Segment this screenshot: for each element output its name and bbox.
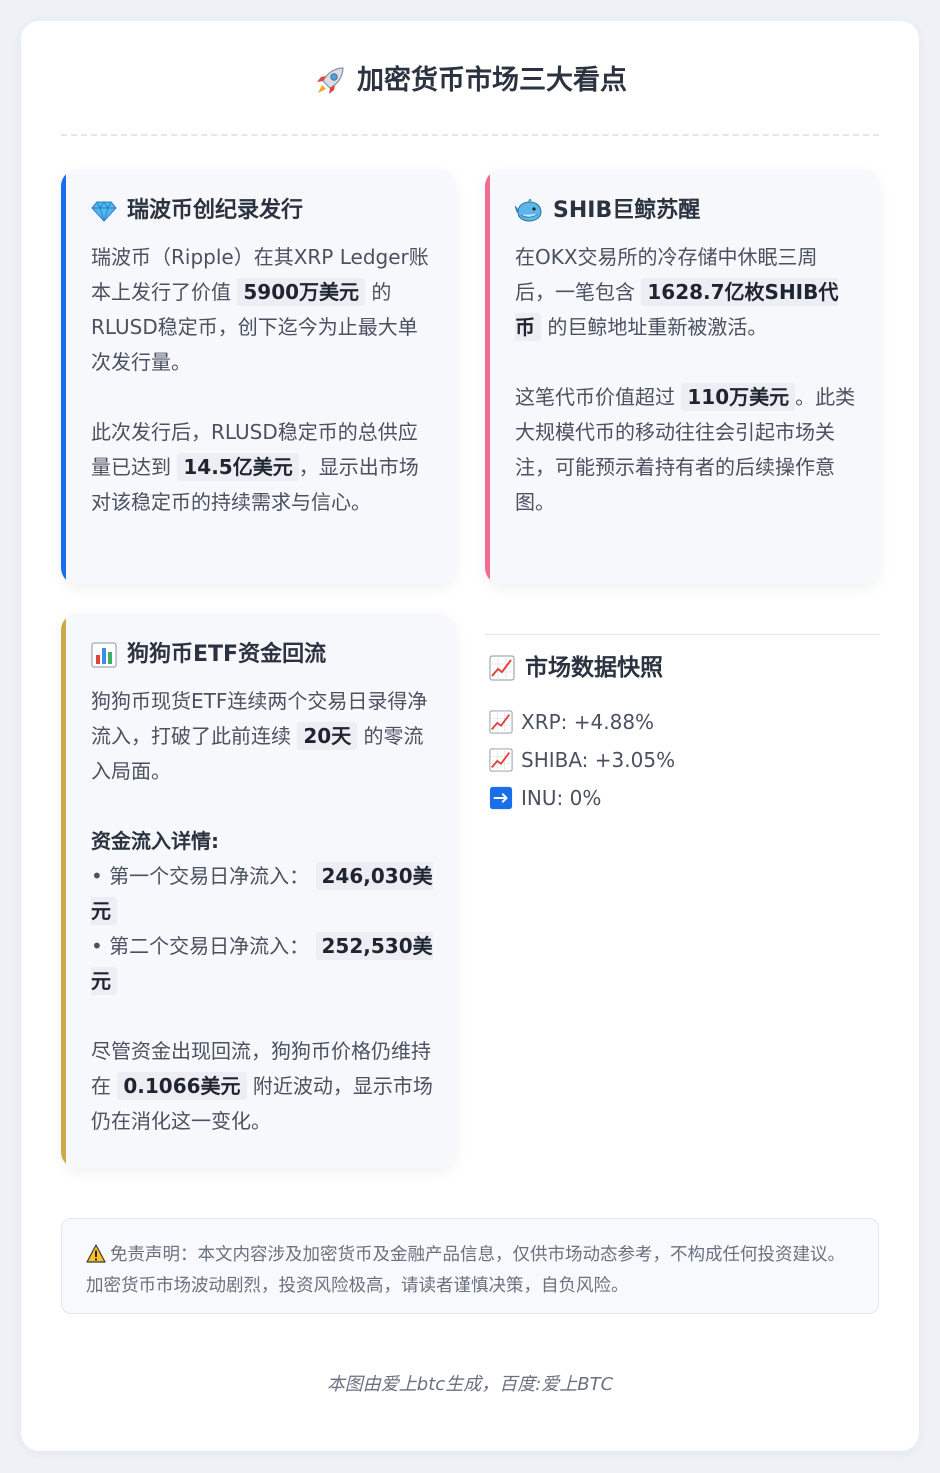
rocket-icon	[313, 64, 347, 98]
card-paragraph: 这笔代币价值超过 110万美元 。此类大规模代币的移动往往会引起市场关注，可能预示…	[515, 383, 856, 514]
card-title: SHIB巨鲸苏醒	[515, 194, 857, 228]
highlight-value: 110万美元	[681, 383, 796, 411]
gem-icon	[91, 198, 117, 224]
snapshot-item-shiba: SHIBA: +3.05%	[489, 741, 675, 779]
inflow-details-title: 资金流入详情:	[91, 829, 219, 853]
card-paragraph: 瑞波币（Ripple）在其XRP Ledger账本上发行了价值 5900万美元 …	[91, 245, 429, 374]
snapshot-title: 市场数据快照	[489, 651, 663, 685]
inflow-details: 资金流入详情: • 第一个交易日净流入： 246,030美元 • 第二个交易日净流入…	[91, 824, 433, 999]
card-title: 瑞波币创纪录发行	[91, 194, 433, 228]
chart-increasing-icon	[489, 655, 515, 681]
highlight-value: 14.5亿美元	[177, 453, 299, 481]
footer-credit: 本图由爱上btc生成，百度:爱上BTC	[326, 1374, 614, 1395]
highlight-value: 20天	[297, 722, 358, 750]
page-title-text: 加密货币市场三大看点	[357, 65, 627, 96]
disclaimer-box: 免责声明：本文内容涉及加密货币及金融产品信息，仅供市场动态参考，不构成任何投资建…	[61, 1218, 879, 1314]
card-paragraph: 在OKX交易所的冷存储中休眠三周后，一笔包含 1628.7亿枚SHIB代币 的巨…	[515, 245, 839, 341]
disclaimer-text: 免责声明：本文内容涉及加密货币及金融产品信息，仅供市场动态参考，不构成任何投资建…	[86, 1245, 845, 1296]
disclaimer-text-block: 免责声明：本文内容涉及加密货币及金融产品信息，仅供市场动态参考，不构成任何投资建…	[86, 1241, 858, 1300]
doge-card: 狗狗币ETF资金回流 狗狗币现货ETF连续两个交易日录得净流入，打破了此前连续 …	[61, 614, 455, 1168]
card-accent-bar	[61, 614, 66, 1168]
page-container: 加密货币市场三大看点 瑞波币创纪录发行 瑞波币（Ripple）在其XRP Led…	[21, 21, 919, 1451]
snapshot-item-xrp: XRP: +4.88%	[489, 703, 675, 741]
shib-card: SHIB巨鲸苏醒 在OKX交易所的冷存储中休眠三周后，一笔包含 1628.7亿枚…	[485, 170, 879, 584]
page-header: 加密货币市场三大看点	[61, 61, 879, 136]
chart-increasing-icon	[489, 710, 513, 734]
bar-chart-icon	[91, 642, 117, 668]
card-accent-bar	[61, 170, 66, 584]
card-paragraph: 尽管资金出现回流，狗狗币价格仍维持在 0.1066美元 附近波动，显示市场仍在消…	[91, 1039, 433, 1133]
chart-increasing-icon	[489, 748, 513, 772]
inflow-day2-label: • 第二个交易日净流入：	[91, 934, 310, 958]
snapshot-item-inu: INU: 0%	[489, 779, 675, 817]
whale-icon	[515, 198, 543, 224]
card-paragraph: 狗狗币现货ETF连续两个交易日录得净流入，打破了此前连续 20天 的零流入局面。	[91, 689, 428, 783]
right-arrow-icon	[489, 786, 513, 810]
highlight-value: 5900万美元	[237, 278, 366, 306]
warning-icon	[86, 1244, 106, 1272]
ripple-card: 瑞波币创纪录发行 瑞波币（Ripple）在其XRP Ledger账本上发行了价值…	[61, 170, 455, 584]
snapshot-list: XRP: +4.88% SHIBA: +3.05% INU: 0%	[489, 703, 675, 817]
highlight-value: 0.1066美元	[117, 1072, 247, 1100]
card-paragraph: 此次发行后，RLUSD稳定币的总供应量已达到 14.5亿美元 ，显示出市场对该稳定…	[91, 420, 419, 514]
page-title: 加密货币市场三大看点	[313, 61, 627, 101]
inflow-day1-label: • 第一个交易日净流入：	[91, 864, 310, 888]
card-accent-bar	[485, 170, 490, 584]
market-snapshot: 市场数据快照 XRP: +4.88% SHIBA: +3.05% INU: 0%	[485, 634, 879, 834]
card-title: 狗狗币ETF资金回流	[91, 638, 433, 672]
